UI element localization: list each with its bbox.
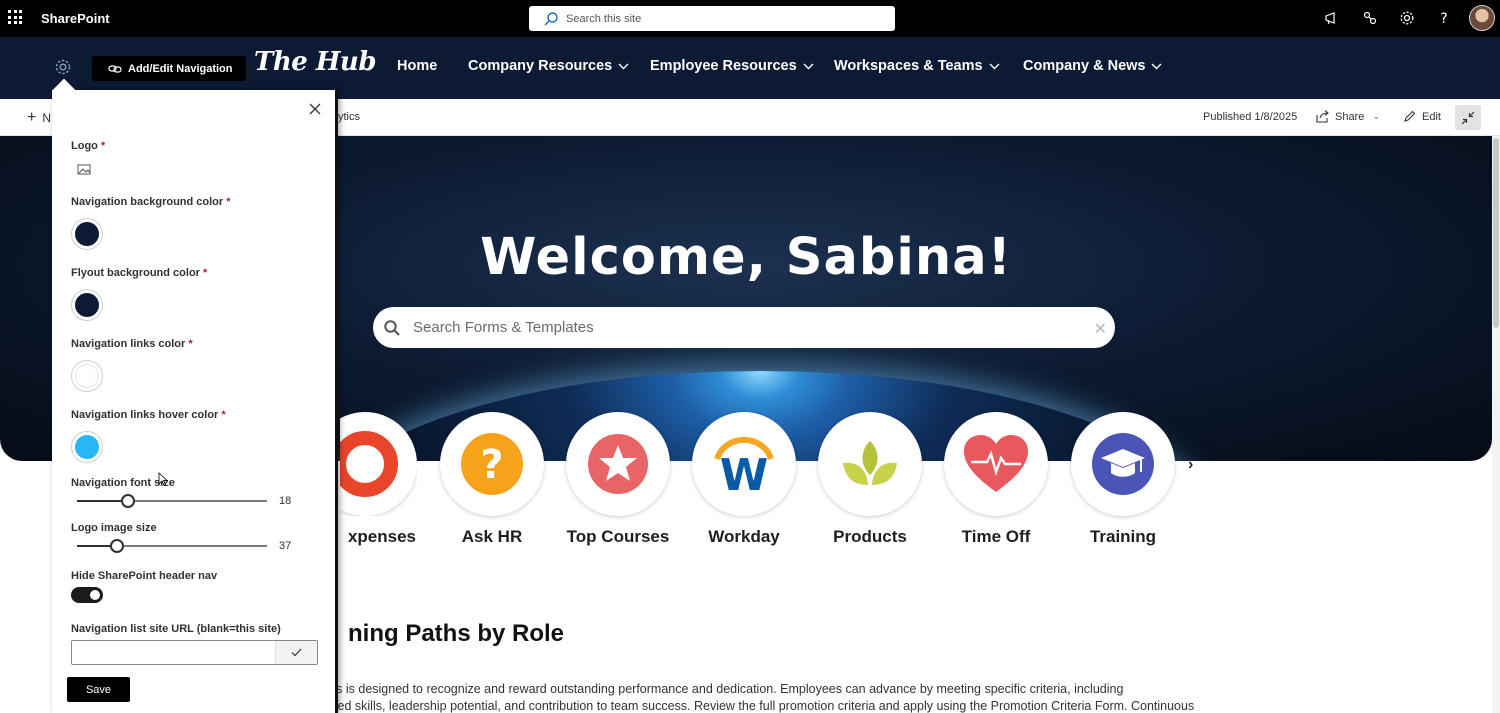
navigation-settings-panel: Logo * Navigation background color * Flyou… [52, 78, 338, 713]
search-icon [384, 319, 400, 336]
color-dot [75, 435, 99, 459]
question-icon: ? [440, 412, 544, 516]
new-button[interactable]: + N [27, 109, 51, 127]
chevron-right-icon[interactable]: › [1188, 456, 1193, 474]
url-label: Navigation list site URL (blank=this sit… [71, 623, 281, 635]
chevron-down-icon [618, 63, 629, 69]
graduation-cap-icon [1071, 412, 1175, 516]
collapse-arrows-icon [1461, 111, 1475, 124]
share-icon [1316, 110, 1329, 123]
toggle-knob [90, 590, 100, 600]
flyout-bg-color-swatch[interactable] [71, 289, 103, 321]
leaves-icon [818, 412, 922, 516]
published-status: Published 1/8/2025 [1203, 111, 1298, 123]
hover-color-swatch[interactable] [71, 431, 103, 463]
slider-thumb[interactable] [121, 494, 135, 508]
url-input[interactable] [72, 641, 275, 664]
plus-icon: + [27, 109, 37, 126]
share-button[interactable]: Share ⌄ [1316, 110, 1380, 123]
app-launcher-icon[interactable] [8, 10, 22, 24]
hover-color-label: Navigation links hover color * [71, 409, 226, 421]
add-edit-navigation-label: Add/Edit Navigation [128, 62, 233, 75]
chevron-down-icon [989, 63, 1000, 69]
color-dot [75, 222, 99, 246]
quicklink-time-off[interactable]: Time Off [944, 412, 1048, 547]
collapse-button[interactable] [1455, 105, 1481, 130]
search-icon [544, 11, 558, 25]
checkmark-icon[interactable] [275, 641, 317, 664]
nav-settings-gear-icon[interactable] [54, 58, 72, 76]
star-icon [566, 412, 670, 516]
nav-link-employee-resources[interactable]: Employee Resources [650, 58, 814, 74]
quicklink-products[interactable]: Products [818, 412, 922, 547]
settings-gear-icon[interactable] [1398, 9, 1416, 27]
mouse-cursor-icon [158, 472, 168, 486]
font-size-value: 18 [279, 495, 292, 507]
heart-icon [944, 412, 1048, 516]
page-scrollbar-thumb[interactable] [1493, 138, 1499, 328]
logo-size-label: Logo image size [71, 522, 157, 534]
url-field[interactable] [71, 640, 318, 665]
forms-search-box[interactable]: ✕ [373, 307, 1115, 348]
nav-bg-color-label: Navigation background color * [71, 196, 231, 208]
quicklink-ask-hr[interactable]: ? Ask HR [440, 412, 544, 547]
nav-link-workspaces-teams[interactable]: Workspaces & Teams [834, 58, 1000, 74]
links-color-swatch[interactable] [71, 360, 103, 392]
clear-icon[interactable]: ✕ [1094, 319, 1107, 339]
nav-bg-color-swatch[interactable] [71, 218, 103, 250]
learning-paths-text: tion process is designed to recognize an… [275, 682, 1195, 713]
font-size-slider[interactable] [77, 494, 267, 508]
logo-size-slider[interactable] [77, 539, 267, 553]
hide-header-toggle[interactable] [71, 587, 103, 603]
chevron-down-icon: ⌄ [1372, 111, 1380, 121]
slider-thumb[interactable] [110, 539, 124, 553]
help-icon[interactable]: ? [1435, 9, 1453, 27]
workday-icon: W [692, 412, 796, 516]
hide-header-label: Hide SharePoint header nav [71, 570, 218, 582]
suite-bar: SharePoint ? [0, 0, 1500, 37]
app-name[interactable]: SharePoint [41, 11, 110, 26]
user-avatar[interactable] [1469, 5, 1495, 31]
svg-text:?: ? [1440, 11, 1447, 26]
learning-paths-heading: ning Paths by Role [348, 620, 565, 647]
color-dot [75, 364, 99, 388]
chevron-down-icon [1151, 63, 1162, 69]
hub-logo[interactable]: The Hub [254, 47, 377, 77]
site-search-box[interactable] [529, 6, 895, 31]
share-network-icon[interactable] [1361, 9, 1379, 27]
quicklink-workday[interactable]: W Workday [692, 412, 796, 547]
image-placeholder-icon[interactable] [77, 164, 91, 176]
add-edit-navigation-button[interactable]: Add/Edit Navigation [92, 56, 246, 81]
nav-link-home[interactable]: Home [397, 58, 437, 74]
svg-text:?: ? [480, 442, 503, 488]
nav-link-company-resources[interactable]: Company Resources [468, 58, 629, 74]
link-edit-icon [108, 64, 122, 73]
quicklink-training[interactable]: Training [1071, 412, 1175, 547]
flyout-bg-color-label: Flyout background color * [71, 267, 208, 279]
nav-link-company-news[interactable]: Company & News [1023, 58, 1162, 74]
color-dot [75, 293, 99, 317]
close-icon[interactable] [308, 102, 322, 116]
chevron-down-icon [803, 63, 814, 69]
pencil-icon [1404, 110, 1416, 122]
edit-button[interactable]: Edit [1403, 110, 1441, 123]
megaphone-icon[interactable] [1323, 9, 1341, 27]
save-button[interactable]: Save [67, 677, 130, 702]
links-color-label: Navigation links color * [71, 338, 193, 350]
quicklink-top-courses[interactable]: Top Courses [566, 412, 670, 547]
analytics-button[interactable]: ytics [338, 111, 360, 123]
logo-size-value: 37 [279, 540, 292, 552]
svg-text:W: W [720, 450, 769, 499]
forms-search-input[interactable] [413, 319, 1073, 336]
logo-label: Logo * [71, 140, 106, 152]
site-search-input[interactable] [566, 12, 866, 25]
